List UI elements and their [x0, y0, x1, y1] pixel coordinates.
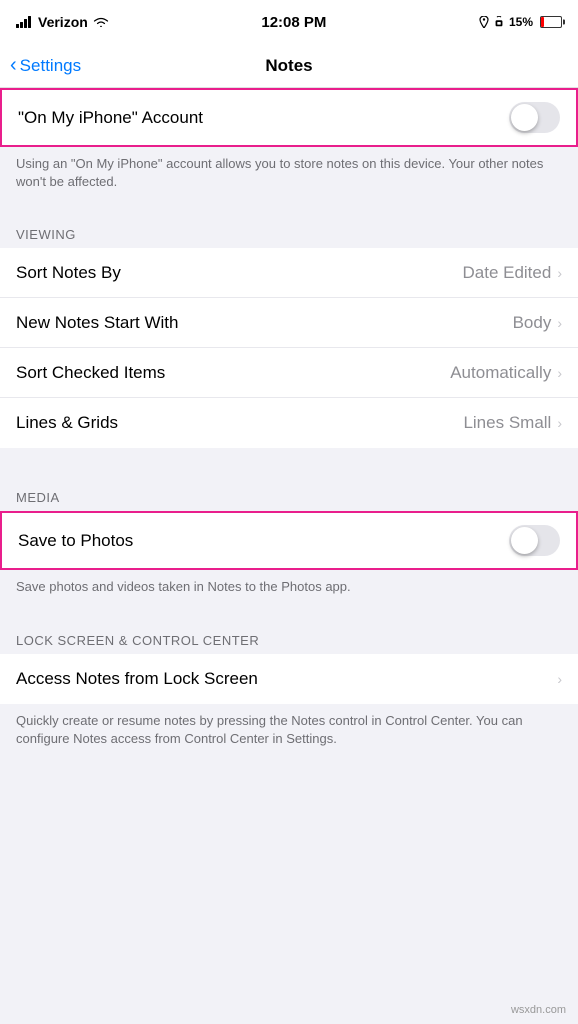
lock-screen-section-header: LOCK SCREEN & CONTROL CENTER [0, 611, 578, 654]
on-my-iphone-section: "On My iPhone" Account [0, 88, 578, 147]
battery-fill [541, 17, 544, 27]
media-section-header: MEDIA [0, 468, 578, 511]
rotation-lock-icon [494, 16, 504, 28]
save-to-photos-description: Save photos and videos taken in Notes to… [0, 570, 578, 610]
sort-checked-value-text: Automatically [450, 363, 551, 383]
access-notes-row[interactable]: Access Notes from Lock Screen › [0, 654, 578, 704]
new-notes-value: Body › [513, 313, 562, 333]
lines-grids-chevron-icon: › [557, 415, 562, 431]
page-title: Notes [265, 56, 312, 76]
on-my-iphone-description: Using an "On My iPhone" account allows y… [0, 147, 578, 205]
status-right: 15% [479, 15, 562, 29]
back-label: Settings [20, 56, 81, 76]
battery-icon [540, 16, 562, 28]
sort-notes-label: Sort Notes By [16, 263, 121, 283]
save-to-photos-section: Save to Photos [0, 511, 578, 570]
lock-screen-section: Access Notes from Lock Screen › [0, 654, 578, 704]
access-notes-label: Access Notes from Lock Screen [16, 669, 258, 689]
status-time: 12:08 PM [261, 14, 326, 31]
wifi-icon [93, 16, 109, 28]
status-bar: Verizon 12:08 PM 15% [0, 0, 578, 44]
on-my-iphone-label: "On My iPhone" Account [18, 108, 203, 128]
sort-notes-value: Date Edited › [462, 263, 562, 283]
save-to-photos-row[interactable]: Save to Photos [2, 513, 576, 568]
back-button[interactable]: ‹ Settings [10, 55, 81, 77]
sort-checked-value: Automatically › [450, 363, 562, 383]
sort-checked-row[interactable]: Sort Checked Items Automatically › [0, 348, 578, 398]
back-chevron-icon: ‹ [10, 54, 17, 77]
save-to-photos-toggle[interactable] [509, 525, 560, 556]
lines-grids-label: Lines & Grids [16, 413, 118, 433]
sort-notes-chevron-icon: › [557, 265, 562, 281]
sort-notes-row[interactable]: Sort Notes By Date Edited › [0, 248, 578, 298]
viewing-section-header: VIEWING [0, 205, 578, 248]
lock-screen-description: Quickly create or resume notes by pressi… [0, 704, 578, 762]
new-notes-label: New Notes Start With [16, 313, 179, 333]
access-notes-chevron-icon: › [557, 671, 562, 687]
media-space [0, 448, 578, 468]
new-notes-value-text: Body [513, 313, 552, 333]
battery-percent-label: 15% [509, 15, 533, 29]
on-my-iphone-toggle[interactable] [509, 102, 560, 133]
sort-checked-chevron-icon: › [557, 365, 562, 381]
on-my-iphone-row[interactable]: "On My iPhone" Account [2, 90, 576, 145]
sort-checked-label: Sort Checked Items [16, 363, 165, 383]
sort-notes-value-text: Date Edited [462, 263, 551, 283]
watermark: wsxdn.com [511, 1004, 566, 1016]
save-to-photos-label: Save to Photos [18, 531, 133, 551]
content: "On My iPhone" Account Using an "On My i… [0, 88, 578, 782]
lines-grids-row[interactable]: Lines & Grids Lines Small › [0, 398, 578, 448]
save-to-photos-toggle-knob [511, 527, 538, 554]
lines-grids-value-text: Lines Small [463, 413, 551, 433]
new-notes-chevron-icon: › [557, 315, 562, 331]
access-notes-value: › [557, 671, 562, 687]
carrier-label: Verizon [38, 14, 88, 30]
signal-icon [16, 16, 33, 28]
new-notes-row[interactable]: New Notes Start With Body › [0, 298, 578, 348]
viewing-section: Sort Notes By Date Edited › New Notes St… [0, 248, 578, 448]
toggle-knob [511, 104, 538, 131]
status-left: Verizon [16, 14, 109, 30]
lines-grids-value: Lines Small › [463, 413, 562, 433]
nav-bar: ‹ Settings Notes [0, 44, 578, 88]
location-icon [479, 16, 489, 28]
